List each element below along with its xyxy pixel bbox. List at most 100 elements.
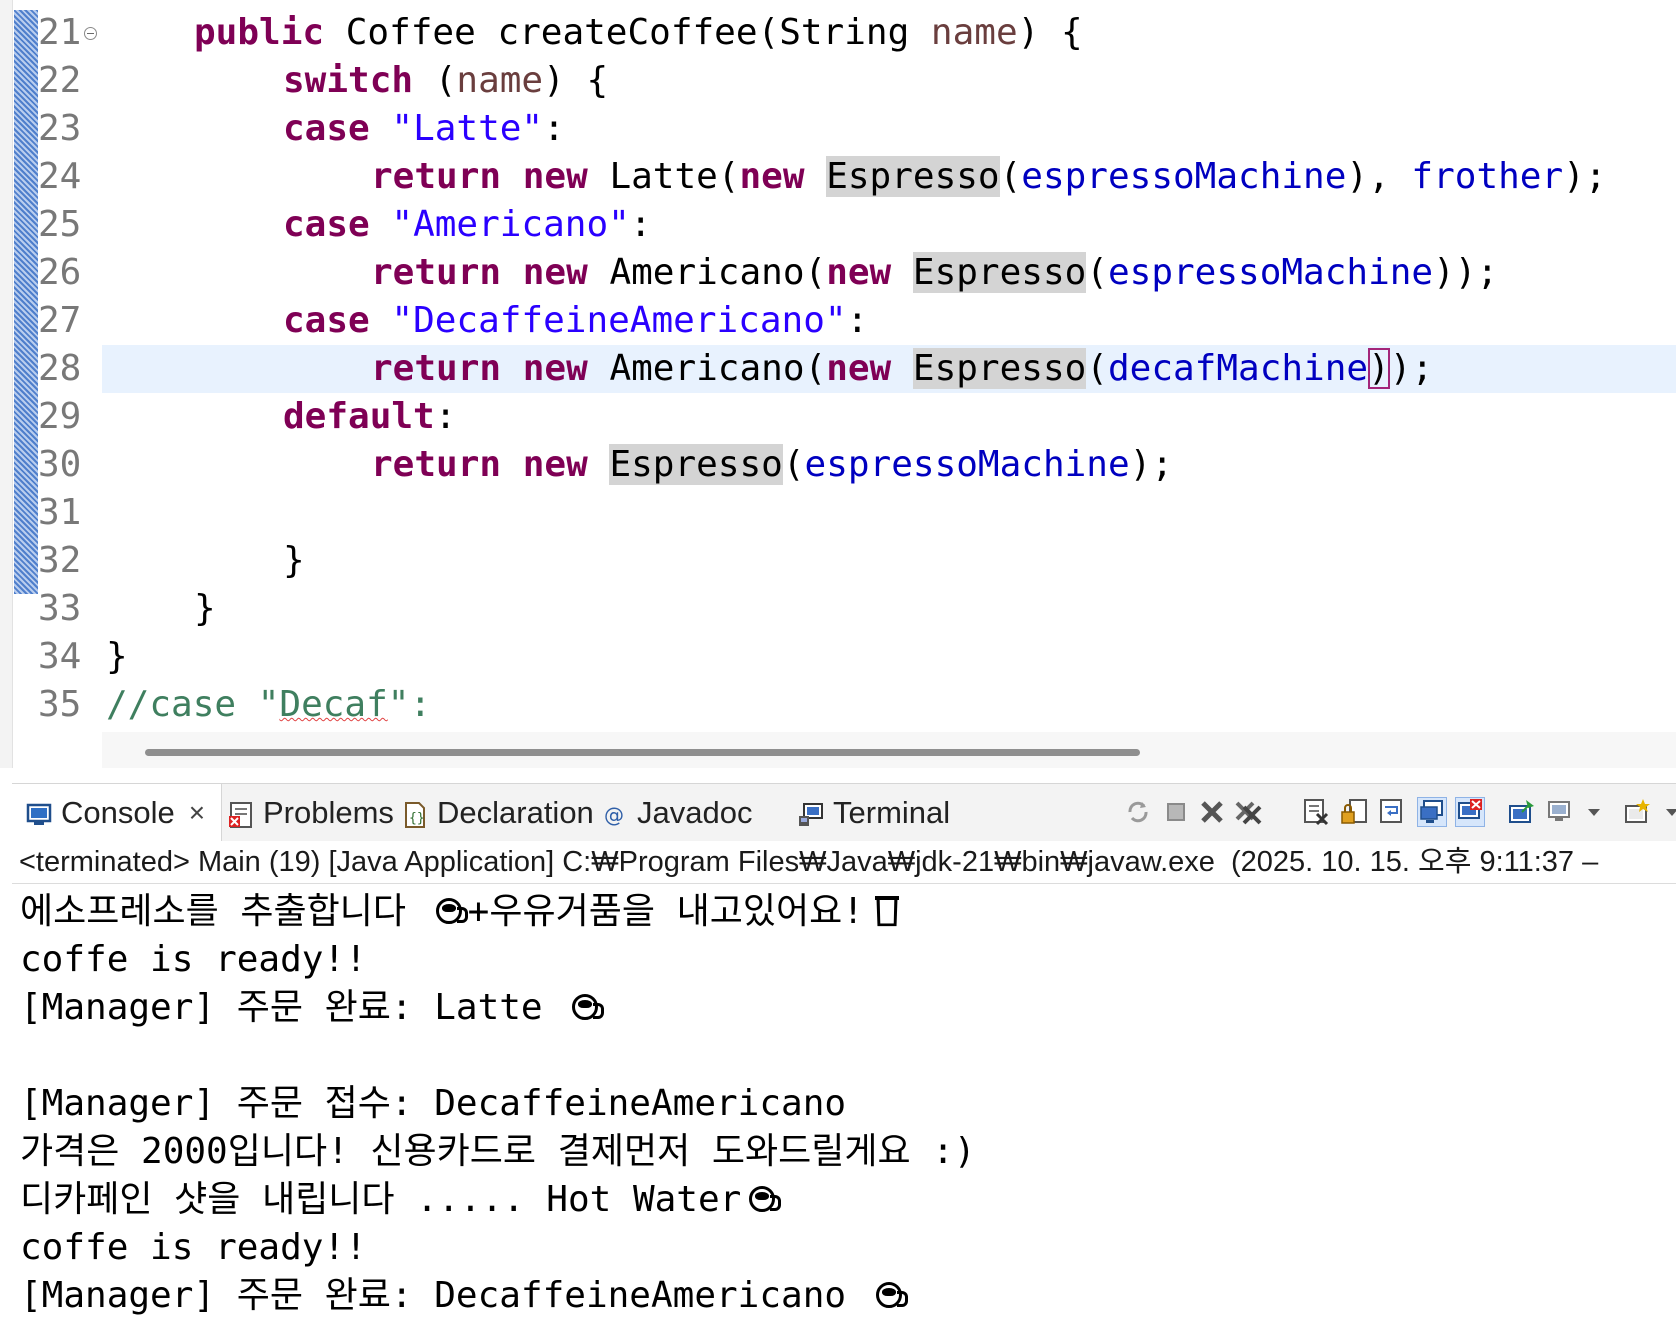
console-output[interactable]: 에소프레소를 추출합니다 +우유거품을 내고있어요! coffe is read…	[12, 884, 1676, 1332]
keyword: new	[826, 348, 892, 389]
code-line[interactable]: }	[102, 537, 1676, 585]
tab-label: Javadoc	[637, 795, 753, 830]
comment-text: //case "	[106, 684, 280, 725]
line-number: 27	[38, 300, 82, 341]
code-text: (	[1086, 252, 1108, 293]
field: espressoMachine	[804, 444, 1130, 485]
tab-problems[interactable]: Problems	[228, 784, 394, 842]
chevron-down-icon[interactable]	[1664, 798, 1676, 826]
code-text: ),	[1346, 156, 1412, 197]
line-number: 22	[38, 60, 82, 101]
occurrence-highlight: Espresso	[826, 156, 1000, 197]
code-line[interactable]: return new Espresso(espressoMachine);	[102, 441, 1676, 489]
horizontal-scrollbar-thumb[interactable]	[145, 749, 1140, 756]
tab-label: Problems	[263, 795, 394, 830]
pin-refresh-icon[interactable]	[1124, 798, 1152, 826]
console-text: [Manager] 주문 완료: DecaffeineAmericano	[20, 1275, 868, 1316]
svg-text:@: @	[604, 803, 624, 827]
code-text-area[interactable]: public Coffee createCoffee(String name ) …	[102, 0, 1676, 768]
code-line[interactable]: return new Americano(new Espresso(espres…	[102, 249, 1676, 297]
close-icon[interactable]: ×	[189, 797, 205, 829]
tab-label: Console	[61, 795, 175, 830]
chevron-down-icon[interactable]	[1586, 798, 1602, 826]
keyword: return	[371, 348, 502, 389]
code-text: (	[1086, 348, 1108, 389]
javadoc-icon: @	[602, 800, 628, 827]
spelling-warning: Decaf	[279, 684, 388, 725]
tab-javadoc[interactable]: @ Javadoc	[602, 784, 752, 842]
code-editor[interactable]: 21 22 23 24 25 26 27 28 29 30 31 32 33 3…	[0, 0, 1676, 768]
code-text: Coffee createCoffee(String	[324, 12, 931, 53]
tab-label: Terminal	[833, 795, 951, 830]
code-line[interactable]: }	[102, 633, 1676, 681]
tab-declaration[interactable]: {} Declaration	[402, 784, 594, 842]
line-number: 28	[38, 348, 82, 389]
code-line[interactable]: case "DecaffeineAmericano":	[102, 297, 1676, 345]
current-code-line[interactable]: return new Americano(new Espresso(decafM…	[102, 345, 1676, 393]
code-text: :	[629, 204, 652, 245]
code-text: ));	[1433, 252, 1499, 293]
code-text: Latte(	[587, 156, 740, 197]
keyword: public	[194, 12, 325, 53]
open-console-icon[interactable]	[1624, 798, 1652, 826]
editor-left-edge	[0, 0, 13, 768]
code-text: Americano(	[587, 252, 827, 293]
field: decafMachine	[1107, 348, 1369, 389]
line-number: 26	[38, 252, 82, 293]
code-text: Americano(	[587, 348, 827, 389]
line-number: 31	[38, 492, 82, 533]
line-number: 35	[38, 684, 82, 725]
show-on-stderr-icon[interactable]	[1455, 797, 1485, 827]
code-text: }	[106, 636, 128, 677]
console-text: 디카페인 샷을 내립니다 ..... Hot Water	[20, 1179, 742, 1220]
code-text: (	[999, 156, 1022, 197]
code-line[interactable]: public Coffee createCoffee(String name) …	[102, 9, 1676, 57]
line-number: 32	[38, 540, 82, 581]
line-number: 34	[38, 636, 82, 677]
console-line: [Manager] 주문 완료: DecaffeineAmericano	[20, 1272, 908, 1320]
field: espressoMachine	[1021, 156, 1347, 197]
word-wrap-icon[interactable]	[1378, 798, 1406, 826]
code-line[interactable]: //case "Decaf":	[102, 681, 1676, 729]
clear-console-icon[interactable]	[1302, 798, 1330, 826]
keyword: default	[283, 396, 435, 437]
code-line[interactable]: default:	[102, 393, 1676, 441]
scroll-lock-icon[interactable]	[1340, 798, 1368, 826]
occurrence-highlight: Espresso	[609, 444, 783, 485]
console-line: [Manager] 주문 접수: DecaffeineAmericano	[20, 1083, 847, 1124]
views-tab-bar: Console × Problems {} Declaration @ Java…	[12, 783, 1676, 843]
remove-launch-icon[interactable]	[1198, 798, 1226, 826]
parameter: name	[930, 12, 1018, 53]
console-text: +우유거품을 내고있어요!	[467, 891, 864, 932]
line-number: 25	[38, 204, 82, 245]
console-icon	[26, 800, 52, 826]
fold-collapse-icon[interactable]	[84, 27, 97, 40]
matching-bracket: )	[1368, 348, 1390, 389]
code-line[interactable]: case "Latte":	[102, 105, 1676, 153]
string-literal: "Americano"	[391, 204, 630, 245]
quick-diff-change-bar[interactable]	[14, 10, 38, 594]
tab-console[interactable]: Console ×	[12, 784, 222, 842]
display-selected-console-icon[interactable]	[1546, 798, 1574, 826]
pin-console-icon[interactable]	[1508, 798, 1536, 826]
code-line[interactable]: }	[102, 585, 1676, 633]
remove-all-terminated-icon[interactable]	[1234, 798, 1262, 826]
code-text: ) {	[543, 60, 609, 101]
code-line[interactable]: case "Americano":	[102, 201, 1676, 249]
tab-terminal[interactable]: Terminal	[798, 784, 950, 842]
line-number: 23	[38, 108, 82, 149]
glass-icon	[874, 894, 902, 928]
problems-icon	[228, 800, 254, 828]
code-line[interactable]: switch (name) {	[102, 57, 1676, 105]
occurrence-highlight: Espresso	[912, 348, 1087, 389]
keyword: return	[371, 252, 502, 293]
keyword: case	[283, 108, 370, 149]
terminate-icon[interactable]	[1162, 798, 1190, 826]
console-line: coffe is ready!!	[20, 939, 367, 980]
console-line: 에소프레소를 추출합니다 +우유거품을 내고있어요!	[20, 888, 902, 936]
code-line[interactable]	[102, 489, 1676, 537]
show-on-stdout-icon[interactable]	[1417, 797, 1447, 827]
line-number: 24	[38, 156, 82, 197]
code-line[interactable]: return new Latte(new Espresso(espressoMa…	[102, 153, 1676, 201]
